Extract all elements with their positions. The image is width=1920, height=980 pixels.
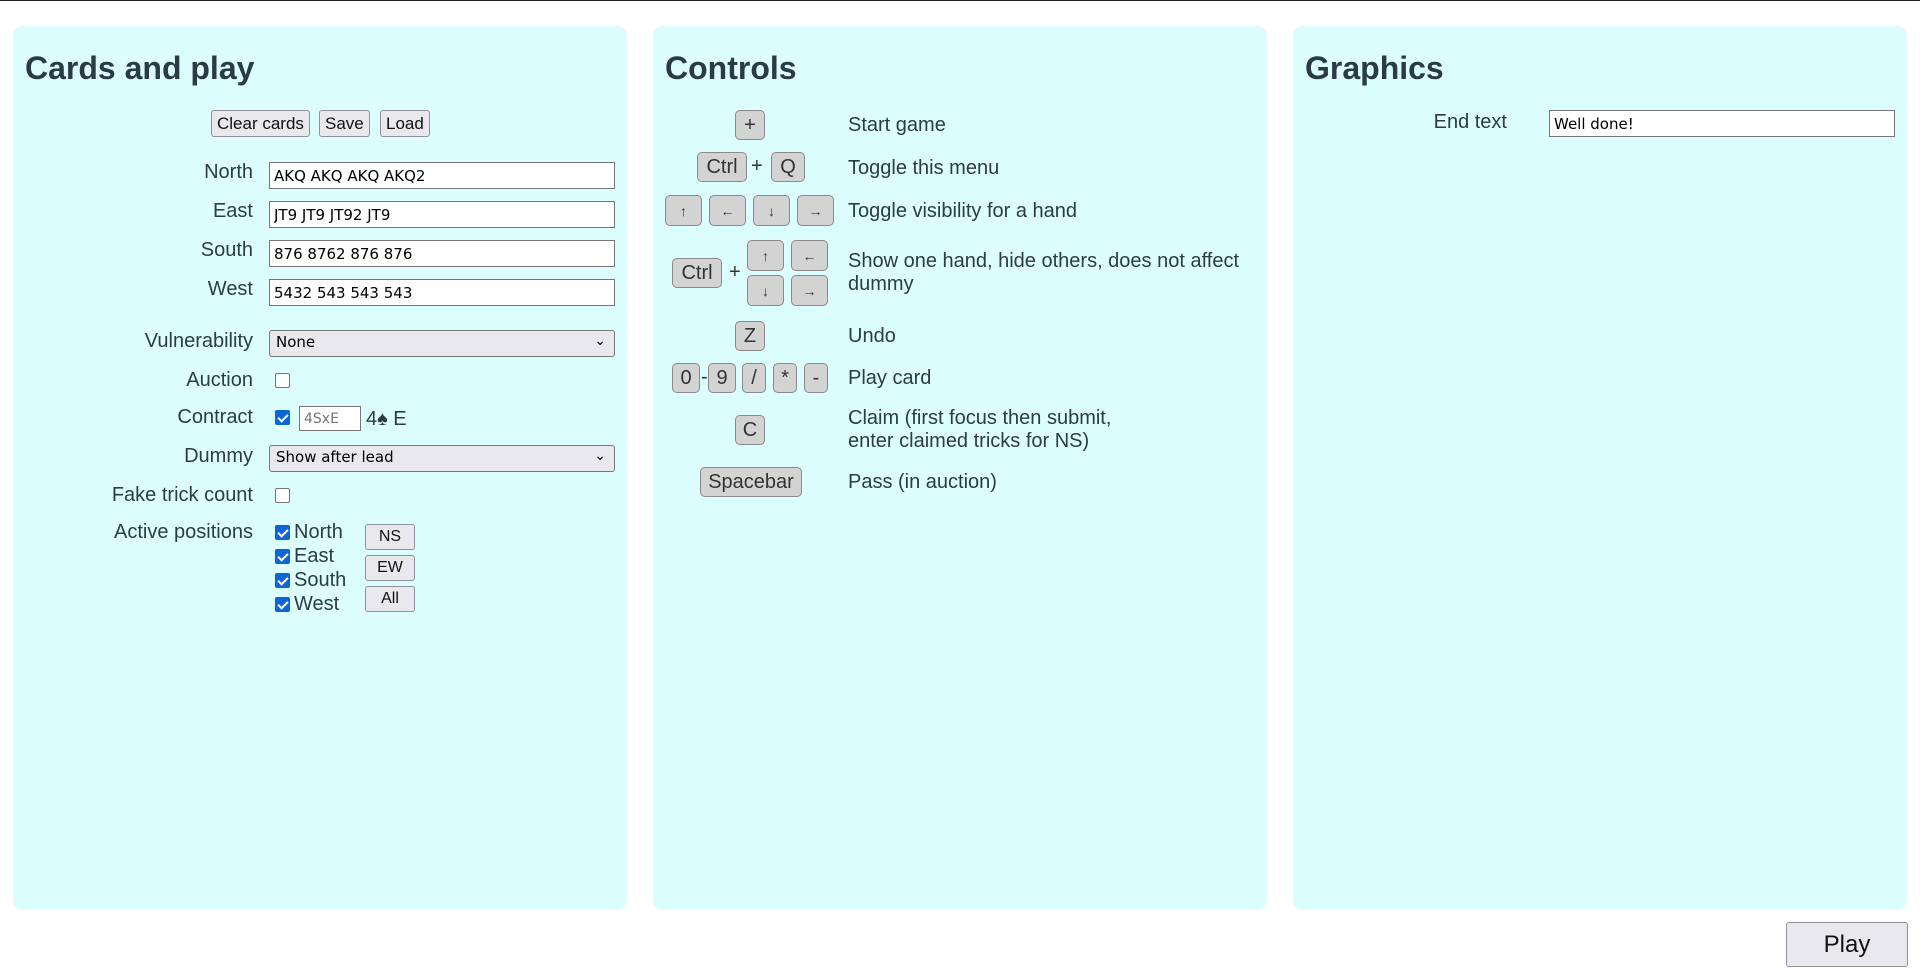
east-hand-input[interactable] bbox=[269, 201, 615, 228]
west-label: West bbox=[207, 278, 253, 300]
minus-key: - bbox=[804, 363, 828, 393]
south-hand-input[interactable] bbox=[269, 240, 615, 267]
cards-and-play-panel: Cards and play Clear cards Save Load Nor… bbox=[13, 26, 627, 910]
vulnerability-select[interactable]: None ⌄ bbox=[269, 330, 615, 357]
zero-key: 0 bbox=[672, 363, 700, 393]
panel-title: Cards and play bbox=[25, 50, 255, 86]
dummy-value: Show after lead bbox=[276, 448, 394, 466]
claim-desc-line2: enter claimed tricks for NS) bbox=[848, 430, 1090, 452]
fake-trick-count-label: Fake trick count bbox=[111, 484, 253, 506]
all-button[interactable]: All bbox=[365, 586, 415, 612]
show-one-hand-desc: Show one hand, hide others, does not aff… bbox=[848, 250, 1240, 295]
north-hand-input[interactable] bbox=[269, 162, 615, 189]
ctrl-key: Ctrl bbox=[672, 258, 722, 288]
start-game-desc: Start game bbox=[848, 114, 946, 136]
vulnerability-label: Vulnerability bbox=[144, 330, 253, 352]
spacebar-key: Spacebar bbox=[700, 467, 802, 497]
north-label: North bbox=[204, 161, 253, 183]
pass-desc: Pass (in auction) bbox=[848, 471, 997, 493]
chevron-down-icon: ⌄ bbox=[594, 448, 606, 464]
contract-label: Contract bbox=[177, 406, 253, 428]
slash-key: / bbox=[742, 363, 766, 393]
position-east-checkbox[interactable] bbox=[275, 549, 290, 564]
top-border bbox=[0, 0, 1920, 1]
c-key: C bbox=[735, 415, 765, 445]
vulnerability-value: None bbox=[276, 333, 316, 351]
arrow-right-icon: → bbox=[797, 195, 834, 226]
position-north-checkbox[interactable] bbox=[275, 525, 290, 540]
arrow-right-icon: → bbox=[791, 275, 828, 306]
contract-input[interactable] bbox=[299, 406, 361, 431]
end-text-label: End text bbox=[1433, 111, 1507, 133]
auction-label: Auction bbox=[186, 369, 253, 391]
arrow-down-icon: ↓ bbox=[747, 275, 784, 306]
position-east-label: East bbox=[294, 545, 335, 567]
panel-title: Controls bbox=[665, 50, 797, 86]
position-north-label: North bbox=[294, 521, 343, 543]
toggle-menu-desc: Toggle this menu bbox=[848, 157, 1000, 179]
arrow-left-icon: ← bbox=[709, 195, 746, 226]
south-label: South bbox=[200, 239, 253, 261]
position-west-label: West bbox=[294, 593, 340, 615]
fake-trick-count-checkbox[interactable] bbox=[275, 488, 290, 503]
graphics-panel: Graphics End text bbox=[1293, 26, 1907, 910]
load-button[interactable]: Load bbox=[380, 110, 430, 137]
end-text-input[interactable] bbox=[1549, 110, 1895, 137]
arrow-up-icon: ↑ bbox=[747, 240, 784, 271]
play-button[interactable]: Play bbox=[1786, 922, 1908, 967]
q-key: Q bbox=[771, 152, 805, 182]
position-south-label: South bbox=[294, 569, 347, 591]
active-positions-label: Active positions bbox=[114, 521, 253, 543]
dummy-label: Dummy bbox=[184, 445, 253, 467]
arrow-left-icon: ← bbox=[791, 240, 828, 271]
nine-key: 9 bbox=[708, 363, 736, 393]
west-hand-input[interactable] bbox=[269, 279, 615, 306]
position-west-checkbox[interactable] bbox=[275, 597, 290, 612]
east-label: East bbox=[212, 200, 253, 222]
range-dash: - bbox=[701, 366, 708, 388]
z-key: Z bbox=[735, 321, 765, 351]
controls-panel: Controls + Start game Ctrl + Q Toggle th… bbox=[653, 26, 1267, 910]
auction-checkbox[interactable] bbox=[275, 373, 290, 388]
panel-title: Graphics bbox=[1305, 50, 1444, 86]
ew-button[interactable]: EW bbox=[365, 555, 415, 581]
save-button[interactable]: Save bbox=[319, 110, 370, 137]
plus-sign: + bbox=[751, 155, 763, 177]
plus-sign: + bbox=[729, 261, 741, 283]
plus-key: + bbox=[735, 110, 765, 140]
ns-button[interactable]: NS bbox=[365, 524, 415, 550]
clear-cards-button[interactable]: Clear cards bbox=[211, 110, 310, 137]
play-card-desc: Play card bbox=[848, 367, 932, 389]
claim-desc-line1: Claim (first focus then submit, bbox=[848, 407, 1112, 429]
ctrl-key: Ctrl bbox=[697, 152, 747, 182]
dummy-select[interactable]: Show after lead ⌄ bbox=[269, 445, 615, 472]
toggle-visibility-desc: Toggle visibility for a hand bbox=[848, 200, 1078, 222]
position-south-checkbox[interactable] bbox=[275, 573, 290, 588]
asterisk-key: * bbox=[773, 363, 797, 393]
arrow-down-icon: ↓ bbox=[753, 195, 790, 226]
undo-desc: Undo bbox=[848, 325, 896, 347]
chevron-down-icon: ⌄ bbox=[594, 333, 606, 349]
contract-display: 4♠ E bbox=[366, 408, 407, 430]
arrow-up-icon: ↑ bbox=[665, 195, 702, 226]
contract-checkbox[interactable] bbox=[275, 410, 290, 425]
